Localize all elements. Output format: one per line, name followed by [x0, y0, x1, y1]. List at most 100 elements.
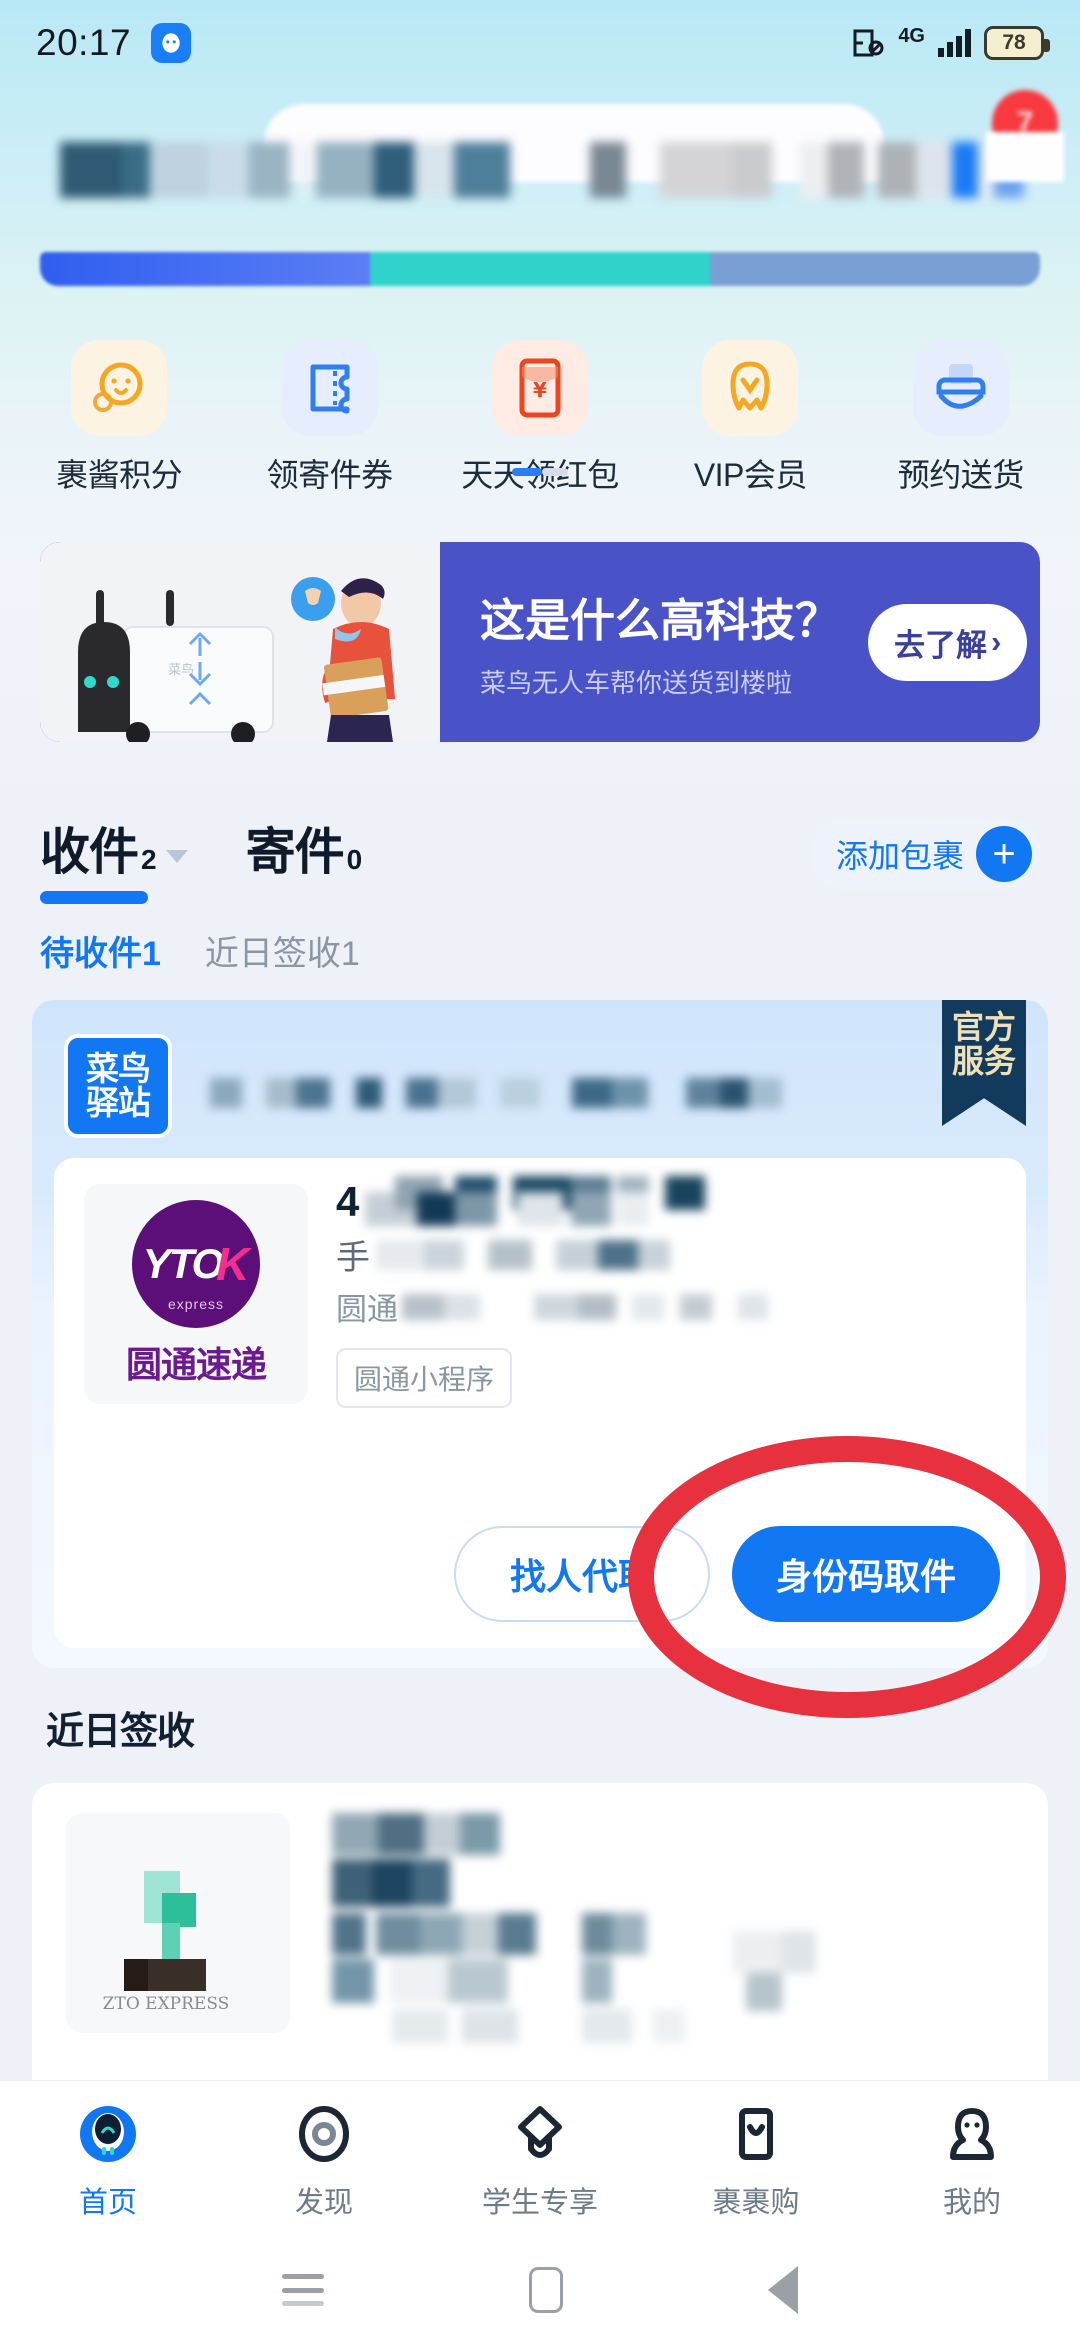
promo-illustration: 菜鸟	[40, 542, 440, 742]
carrier-info-redacted	[402, 1288, 822, 1324]
chevron-right-icon: ›	[991, 624, 1002, 659]
home-cainiao-icon	[75, 2101, 141, 2167]
promo-button-label: 去了解	[894, 627, 988, 663]
station-badge-line2: 驿站	[86, 1084, 151, 1121]
mute-icon	[851, 28, 885, 58]
home-icon[interactable]	[528, 2267, 563, 2313]
package-card-header: 菜鸟 驿站 官方 服务	[32, 1000, 1048, 1170]
zto-logo-caption: ZTO EXPRESS	[103, 1994, 230, 2014]
tab-incoming[interactable]: 收件 2	[40, 812, 188, 904]
battery-indicator: 78	[984, 26, 1050, 60]
carrier-lead: 圆通	[336, 1291, 398, 1327]
status-bar: 20:17 4G 78	[0, 0, 1080, 86]
phone-shop-icon	[723, 2101, 789, 2167]
cainiao-app-icon	[151, 23, 192, 63]
station-name-redacted	[210, 1078, 782, 1108]
android-navigation-bar	[0, 2240, 1080, 2340]
add-package-button[interactable]: 添加包裹 +	[809, 818, 1040, 890]
back-icon[interactable]	[767, 2266, 798, 2314]
promo-text-area: 这是什么高科技？ 菜鸟无人车帮你送货到楼啦 去了解 ›	[440, 584, 1040, 700]
vip-crown-icon	[702, 340, 799, 436]
delivery-box-icon	[912, 340, 1009, 436]
nav-label-student: 学生专享	[481, 2186, 598, 2219]
id-code-pickup-button[interactable]: 身份码取件	[731, 1526, 1000, 1622]
chevron-down-icon[interactable]	[165, 850, 188, 863]
package-pickup-code-line: 4	[336, 1176, 1002, 1228]
nav-label-discover: 发现	[294, 2186, 353, 2219]
pickup-code-redacted	[365, 1176, 805, 1226]
svg-text:¥: ¥	[533, 378, 547, 402]
app-header: 7	[0, 90, 1080, 222]
tab-outgoing-label: 寄件	[245, 824, 345, 880]
subtab-pending[interactable]: 待收件1	[40, 926, 161, 975]
subtab-signed[interactable]: 近日签收1	[205, 926, 360, 975]
plus-icon: +	[976, 826, 1032, 882]
pagination-dot	[542, 468, 568, 476]
status-bar-left: 20:17	[36, 22, 192, 64]
recents-icon[interactable]	[282, 2274, 325, 2306]
nav-item-student[interactable]: 学生专享	[432, 2101, 648, 2221]
cainiao-station-badge: 菜鸟 驿站	[64, 1034, 172, 1138]
header-progress-strip	[40, 252, 1040, 286]
app-screen: 20:17 4G 78 7 裹酱积分 领寄件券 ¥ VIP会员 预约送货 菜鸟 …	[0, 0, 1080, 2340]
package-action-buttons: 找人代取 身份码取件	[453, 1526, 1000, 1622]
mini-program-tag[interactable]: 圆通小程序	[336, 1348, 513, 1408]
nav-item-profile[interactable]: 我的	[864, 2101, 1080, 2221]
nav-label-home: 首页	[78, 2186, 137, 2219]
header-tray-icon[interactable]	[986, 132, 1064, 182]
promo-banner[interactable]: 菜鸟 这是什么高科技？ 菜鸟无人车帮你送货到楼啦 去了解 ›	[40, 542, 1040, 742]
phone-lead: 手	[336, 1238, 370, 1277]
promo-learn-more-button[interactable]: 去了解 ›	[868, 603, 1028, 681]
coin-face-icon	[71, 340, 168, 436]
courier-illustration	[291, 577, 395, 742]
zto-express-logo: ZTO EXPRESS	[66, 1813, 290, 2033]
graduation-cap-icon	[507, 2101, 573, 2167]
package-carrier-line: 圆通	[336, 1280, 1002, 1332]
yto-logo-accent: K	[216, 1238, 250, 1290]
yto-logo-sub: express	[167, 1296, 225, 1312]
pickup-code-lead: 4	[336, 1178, 360, 1225]
discover-circle-icon	[291, 2101, 357, 2167]
tab-outgoing-count: 0	[346, 844, 363, 875]
nav-item-discover[interactable]: 发现	[216, 2101, 432, 2221]
recent-signed-title: 近日签收	[46, 1711, 195, 1753]
bottom-navigation: 首页 发现 学生专享 裹裹购 我的	[0, 2080, 1080, 2240]
promo-copy: 这是什么高科技？ 菜鸟无人车帮你送货到楼啦	[480, 584, 840, 700]
nav-label-shop: 裹裹购	[712, 2186, 800, 2219]
status-bar-right: 4G 78	[851, 24, 1050, 60]
yto-express-logo-icon: YTO K express	[132, 1200, 260, 1328]
official-service-ribbon: 官方 服务	[942, 1000, 1026, 1126]
ribbon-line2: 服务	[951, 1043, 1016, 1080]
nav-item-shop[interactable]: 裹裹购	[648, 2101, 864, 2221]
tab-incoming-count: 2	[141, 844, 157, 875]
red-packet-icon: ¥	[491, 340, 588, 436]
tab-outgoing[interactable]: 寄件 0	[246, 812, 363, 884]
promo-subtitle: 菜鸟无人车帮你送货到楼啦	[480, 668, 793, 698]
status-time: 20:17	[36, 22, 132, 63]
coupon-icon	[281, 340, 378, 436]
package-card[interactable]: 菜鸟 驿站 官方 服务 YTO K express 圆通速递 4 手 圆通 圆通…	[32, 1000, 1048, 1668]
network-type: 4G	[898, 24, 925, 47]
signal-bars-icon	[938, 29, 971, 57]
package-details: 4 手 圆通 圆通小程序	[336, 1176, 1002, 1408]
carrier-name-cn: 圆通速递	[125, 1344, 267, 1385]
package-card-body: YTO K express 圆通速递 4 手 圆通 圆通小程序 找人代取 身份码…	[54, 1158, 1026, 1648]
nav-item-home[interactable]: 首页	[0, 2101, 216, 2221]
tab-active-underline	[40, 891, 148, 904]
package-tabs: 收件 2 寄件 0 添加包裹 +	[40, 812, 1040, 908]
quick-actions-pagination	[0, 468, 1080, 476]
promo-title: 这是什么高科技？	[480, 595, 841, 646]
nav-label-profile: 我的	[942, 2186, 1001, 2219]
profile-person-icon	[939, 2101, 1005, 2167]
package-phone-line: 手	[336, 1228, 1002, 1280]
package-sub-tabs: 待收件1 近日签收1	[40, 926, 360, 975]
add-package-label: 添加包裹	[835, 838, 964, 874]
pagination-dot-active	[512, 468, 542, 476]
yto-logo-text: YTO	[142, 1240, 225, 1287]
tab-incoming-label: 收件	[40, 824, 139, 880]
station-badge-line1: 菜鸟	[86, 1050, 151, 1088]
find-proxy-pickup-button[interactable]: 找人代取	[453, 1526, 710, 1622]
ribbon-line1: 官方	[951, 1009, 1016, 1045]
recent-signed-card[interactable]: ZTO EXPRESS	[32, 1783, 1048, 2083]
carrier-logo-box: YTO K express 圆通速递	[84, 1184, 308, 1404]
